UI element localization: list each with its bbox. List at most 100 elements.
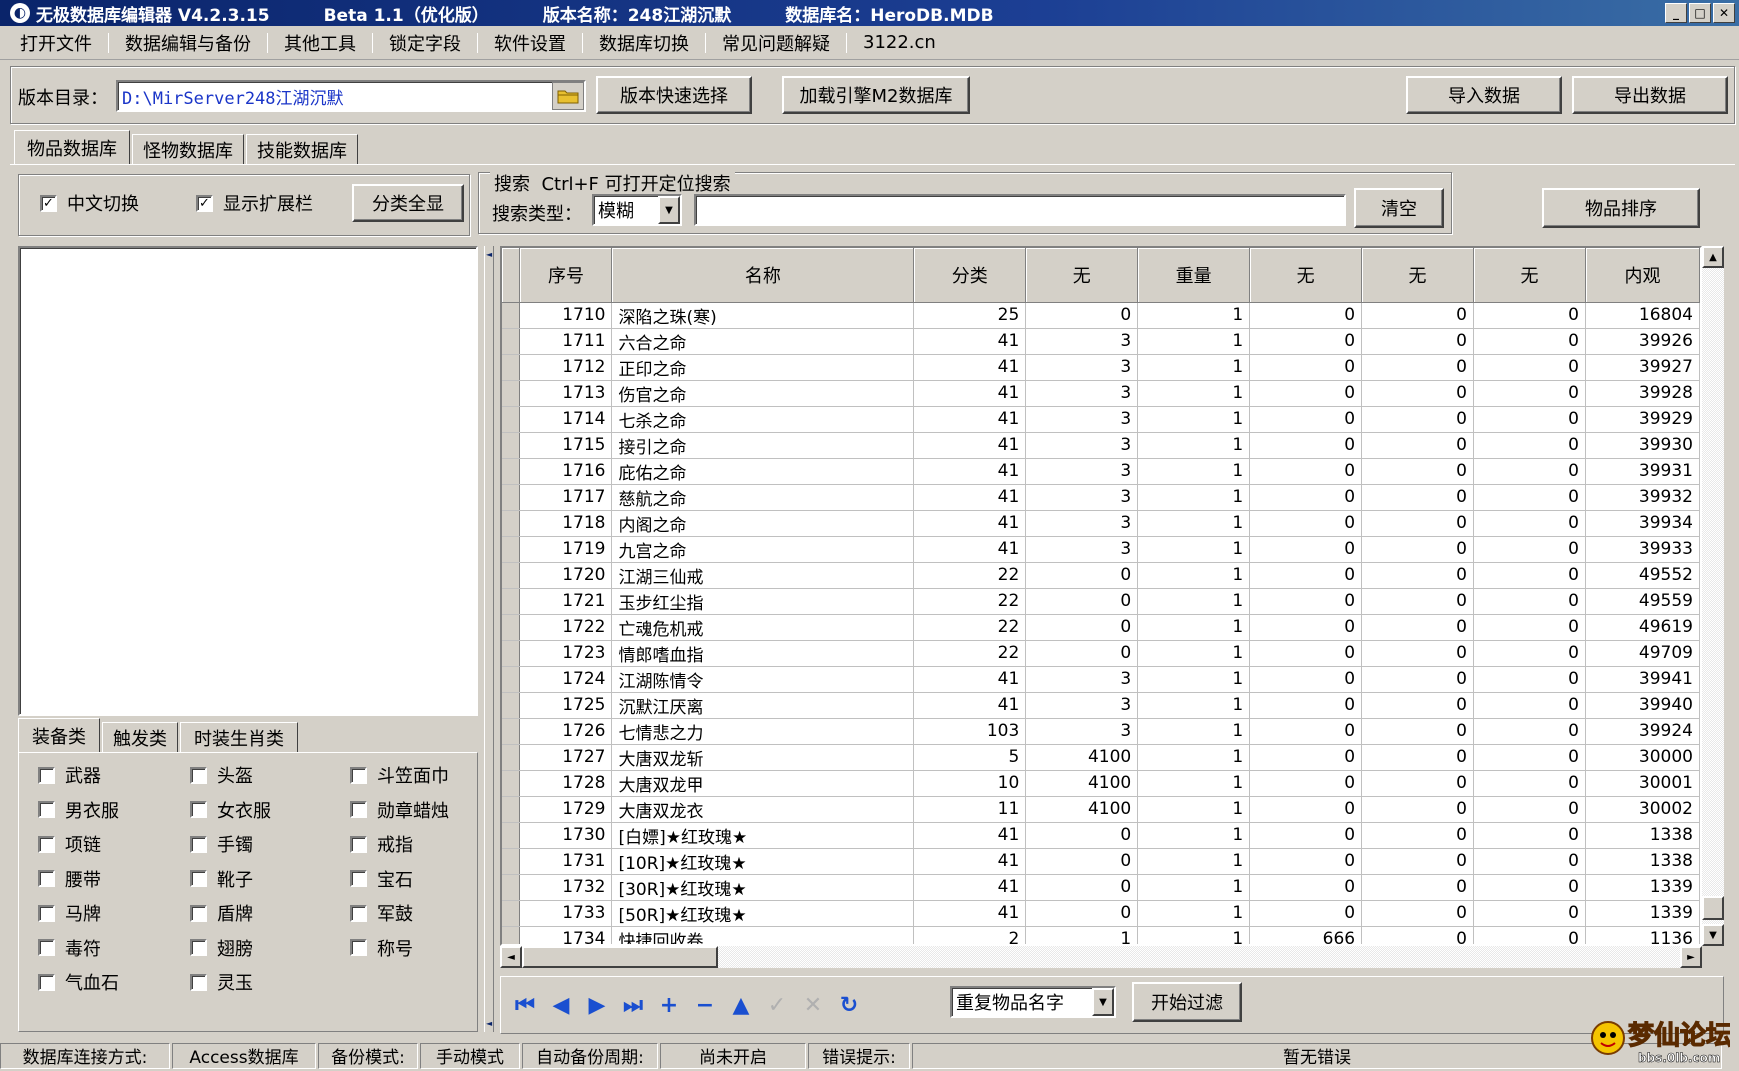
row-indicator[interactable] [502, 380, 521, 407]
scroll-right-icon[interactable]: ► [1680, 946, 1702, 968]
table-cell[interactable]: 0 [1361, 822, 1474, 849]
table-cell[interactable]: 1 [1137, 796, 1251, 823]
table-cell[interactable]: 0 [1361, 874, 1474, 901]
item-name-cell[interactable]: [50R]★红玫瑰★ [611, 900, 915, 927]
category-checkbox[interactable]: 项链 [38, 831, 101, 857]
category-checkbox[interactable]: 男衣服 [38, 797, 119, 823]
table-cell[interactable]: 4100 [1025, 770, 1139, 797]
table-cell[interactable]: 0 [1361, 588, 1474, 615]
table-cell[interactable]: 0 [1361, 692, 1474, 719]
table-cell[interactable]: 0 [1249, 562, 1363, 589]
table-cell[interactable]: 0 [1361, 432, 1474, 459]
table-row[interactable]: 1734 快捷回收卷 2 1 1 666 0 0 1136 [502, 926, 1700, 944]
table-cell[interactable]: 0 [1249, 848, 1363, 875]
table-cell[interactable]: 1727 [519, 744, 613, 771]
table-cell[interactable]: 0 [1361, 302, 1474, 329]
table-row[interactable]: 1712 正印之命 41 3 1 0 0 0 39927 [502, 354, 1700, 381]
table-cell[interactable]: 0 [1473, 588, 1586, 615]
table-cell[interactable]: 0 [1361, 640, 1474, 667]
table-cell[interactable]: 3 [1025, 380, 1139, 407]
table-cell[interactable]: 41 [913, 822, 1027, 849]
row-indicator[interactable] [502, 692, 521, 719]
item-name-cell[interactable]: 六合之命 [611, 328, 915, 355]
table-cell[interactable]: 41 [913, 510, 1027, 537]
table-cell[interactable]: 0 [1473, 796, 1586, 823]
column-header[interactable]: 无 [1361, 248, 1474, 303]
scroll-thumb[interactable] [1702, 896, 1724, 920]
row-indicator[interactable] [502, 406, 521, 433]
item-name-cell[interactable]: 伤官之命 [611, 380, 915, 407]
table-cell[interactable]: 0 [1473, 770, 1586, 797]
table-cell[interactable]: 49709 [1585, 640, 1700, 667]
column-header[interactable]: 序号 [519, 248, 613, 303]
table-row[interactable]: 1733 [50R]★红玫瑰★ 41 0 1 0 0 0 1339 [502, 900, 1700, 927]
show-all-button[interactable]: 分类全显 [352, 184, 464, 222]
category-checkbox[interactable]: 盾牌 [190, 900, 253, 926]
table-cell[interactable]: 0 [1361, 718, 1474, 745]
table-cell[interactable]: 1 [1137, 406, 1251, 433]
table-cell[interactable]: 1 [1137, 562, 1251, 589]
table-cell[interactable]: 1 [1137, 874, 1251, 901]
table-cell[interactable]: 0 [1249, 588, 1363, 615]
table-cell[interactable]: 0 [1361, 510, 1474, 537]
table-cell[interactable]: 1 [1137, 380, 1251, 407]
category-checkbox[interactable]: 宝石 [350, 866, 413, 892]
table-cell[interactable]: 0 [1361, 744, 1474, 771]
table-cell[interactable]: 1338 [1585, 848, 1700, 875]
table-cell[interactable]: 39931 [1585, 458, 1700, 485]
cn-switch-checkbox[interactable]: ✓ 中文切换 [40, 190, 139, 216]
category-checkbox[interactable]: 马牌 [38, 900, 101, 926]
table-row[interactable]: 1728 大唐双龙甲 10 4100 1 0 0 0 30001 [502, 770, 1700, 797]
table-row[interactable]: 1725 沉默江厌离 41 3 1 0 0 0 39940 [502, 692, 1700, 719]
table-cell[interactable]: 0 [1249, 822, 1363, 849]
column-header[interactable]: 名称 [611, 248, 915, 303]
table-cell[interactable]: 0 [1249, 354, 1363, 381]
table-cell[interactable]: 22 [913, 588, 1027, 615]
item-name-cell[interactable]: 九宫之命 [611, 536, 915, 563]
table-cell[interactable]: 41 [913, 380, 1027, 407]
table-cell[interactable]: 3 [1025, 458, 1139, 485]
item-name-cell[interactable]: 情郎嗜血指 [611, 640, 915, 667]
table-cell[interactable]: 0 [1025, 874, 1139, 901]
export-button[interactable]: 导出数据 [1572, 76, 1728, 114]
table-cell[interactable]: 1 [1025, 926, 1139, 944]
table-cell[interactable]: 1 [1137, 328, 1251, 355]
table-cell[interactable]: 1715 [519, 432, 613, 459]
table-cell[interactable]: 1 [1137, 718, 1251, 745]
table-cell[interactable]: 1 [1137, 536, 1251, 563]
refresh-icon[interactable]: ↻ [834, 990, 864, 1020]
table-cell[interactable]: 1 [1137, 900, 1251, 927]
item-sort-button[interactable]: 物品排序 [1542, 188, 1700, 228]
table-cell[interactable]: 1 [1137, 484, 1251, 511]
row-indicator[interactable] [502, 536, 521, 563]
version-path-input[interactable]: D:\MirServer248江湖沉默 [116, 80, 586, 112]
vertical-scrollbar[interactable]: ▲ ▼ [1702, 246, 1724, 946]
column-header[interactable]: 无 [1473, 248, 1586, 303]
table-row[interactable]: 1719 九宫之命 41 3 1 0 0 0 39933 [502, 536, 1700, 563]
table-row[interactable]: 1710 深陷之珠(寒) 25 0 1 0 0 0 16804 [502, 302, 1700, 329]
row-indicator[interactable] [502, 432, 521, 459]
table-cell[interactable]: 0 [1249, 536, 1363, 563]
table-cell[interactable]: 3 [1025, 666, 1139, 693]
table-row[interactable]: 1731 [10R]★红玫瑰★ 41 0 1 0 0 0 1338 [502, 848, 1700, 875]
item-name-cell[interactable]: 大唐双龙衣 [611, 796, 915, 823]
table-cell[interactable]: 1 [1137, 614, 1251, 641]
table-cell[interactable]: 0 [1473, 562, 1586, 589]
table-cell[interactable]: 1 [1137, 588, 1251, 615]
table-cell[interactable]: 0 [1361, 848, 1474, 875]
table-cell[interactable]: 49552 [1585, 562, 1700, 589]
table-cell[interactable]: 0 [1473, 640, 1586, 667]
table-cell[interactable]: 1 [1137, 822, 1251, 849]
table-cell[interactable]: 0 [1361, 484, 1474, 511]
table-cell[interactable]: 41 [913, 874, 1027, 901]
table-cell[interactable]: 3 [1025, 692, 1139, 719]
table-cell[interactable]: 0 [1249, 510, 1363, 537]
prior-record-icon[interactable]: ◀ [546, 990, 576, 1020]
table-cell[interactable]: 1722 [519, 614, 613, 641]
row-indicator[interactable] [502, 666, 521, 693]
table-cell[interactable]: 1717 [519, 484, 613, 511]
item-name-cell[interactable]: 玉步红尘指 [611, 588, 915, 615]
table-cell[interactable]: 0 [1025, 640, 1139, 667]
table-row[interactable]: 1718 内阁之命 41 3 1 0 0 0 39934 [502, 510, 1700, 537]
tab-equipment[interactable]: 装备类 [18, 718, 100, 752]
